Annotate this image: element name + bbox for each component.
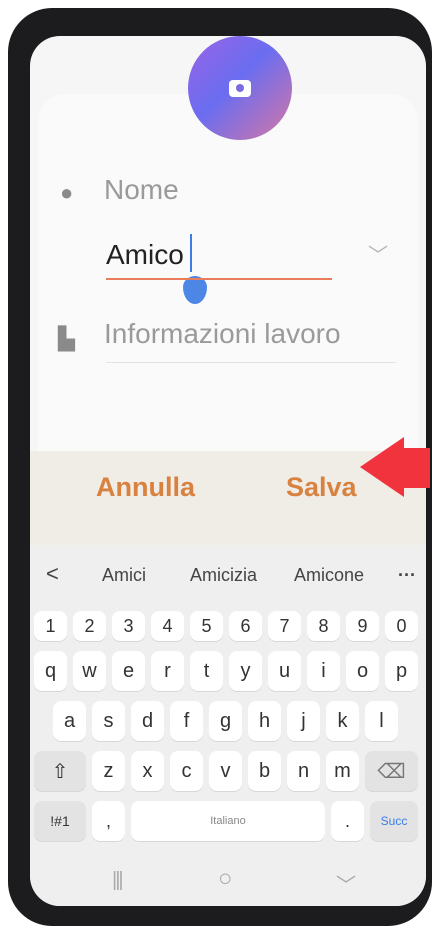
selection-handle[interactable] <box>183 276 207 304</box>
suggestion-item[interactable]: Amici <box>102 565 146 586</box>
comma-key[interactable]: , <box>92 801 125 841</box>
suggestion-back[interactable]: < <box>46 561 59 587</box>
key[interactable]: j <box>287 701 320 741</box>
key[interactable]: e <box>112 651 145 691</box>
avatar[interactable] <box>188 36 292 140</box>
key[interactable]: r <box>151 651 184 691</box>
key[interactable]: i <box>307 651 340 691</box>
key[interactable]: y <box>229 651 262 691</box>
key[interactable]: v <box>209 751 242 791</box>
key[interactable]: p <box>385 651 418 691</box>
key[interactable]: 9 <box>346 611 379 641</box>
suggestion-item[interactable]: Amicone <box>294 565 364 586</box>
key[interactable]: k <box>326 701 359 741</box>
more-icon[interactable]: ··· <box>398 565 416 586</box>
key[interactable]: 0 <box>385 611 418 641</box>
contact-card: ● Nome Amico ﹀ ▙ Informazioni lavoro <box>38 36 418 494</box>
key[interactable]: w <box>73 651 106 691</box>
key[interactable]: o <box>346 651 379 691</box>
key[interactable]: n <box>287 751 320 791</box>
key[interactable]: g <box>209 701 242 741</box>
key[interactable]: m <box>326 751 359 791</box>
key[interactable]: 5 <box>190 611 223 641</box>
key[interactable]: u <box>268 651 301 691</box>
enter-key[interactable]: Succ <box>370 801 418 841</box>
key[interactable]: q <box>34 651 67 691</box>
key[interactable]: a <box>53 701 86 741</box>
key[interactable]: s <box>92 701 125 741</box>
chevron-down-icon[interactable]: ﹀ <box>368 239 388 268</box>
key[interactable]: 4 <box>151 611 184 641</box>
work-info-underline <box>106 362 396 363</box>
work-icon: ▙ <box>58 326 75 351</box>
person-icon: ● <box>60 180 74 205</box>
key[interactable]: t <box>190 651 223 691</box>
key[interactable]: 8 <box>307 611 340 641</box>
period-key[interactable]: . <box>331 801 364 841</box>
key[interactable]: 2 <box>73 611 106 641</box>
save-button[interactable]: Salva <box>280 471 363 504</box>
shift-key[interactable]: ⇧ <box>34 751 86 791</box>
key[interactable]: f <box>170 701 203 741</box>
space-key[interactable]: Italiano <box>131 801 325 841</box>
key[interactable]: d <box>131 701 164 741</box>
suggestion-item[interactable]: Amicizia <box>190 565 257 586</box>
work-info-field[interactable]: Informazioni lavoro <box>104 318 341 350</box>
keyboard: < Amici Amicizia Amicone ··· 1 2 3 4 5 6… <box>30 545 426 906</box>
recents-icon[interactable]: ||| <box>112 869 124 892</box>
key[interactable]: c <box>170 751 203 791</box>
key[interactable]: 3 <box>112 611 145 641</box>
suggestion-bar: < Amici Amicizia Amicone ··· <box>30 545 426 605</box>
key[interactable]: h <box>248 701 281 741</box>
name-label: Nome <box>104 174 179 205</box>
text-caret <box>190 234 192 272</box>
navigation-bar: ||| ○ ﹀ <box>30 861 426 906</box>
symbols-key[interactable]: !#1 <box>34 801 86 841</box>
camera-icon <box>229 79 251 97</box>
back-icon[interactable]: ﹀ <box>336 869 356 898</box>
red-pointer-tail <box>400 448 430 488</box>
key[interactable]: 6 <box>229 611 262 641</box>
key[interactable]: x <box>131 751 164 791</box>
key[interactable]: b <box>248 751 281 791</box>
name-input[interactable]: Amico <box>106 239 184 271</box>
key[interactable]: l <box>365 701 398 741</box>
name-input-underline <box>106 278 332 280</box>
key[interactable]: 1 <box>34 611 67 641</box>
cancel-button[interactable]: Annulla <box>90 471 201 504</box>
key[interactable]: 7 <box>268 611 301 641</box>
home-icon[interactable]: ○ <box>218 865 233 893</box>
red-pointer-arrow <box>360 437 404 497</box>
backspace-key[interactable]: ⌫ <box>365 751 418 791</box>
key[interactable]: z <box>92 751 125 791</box>
